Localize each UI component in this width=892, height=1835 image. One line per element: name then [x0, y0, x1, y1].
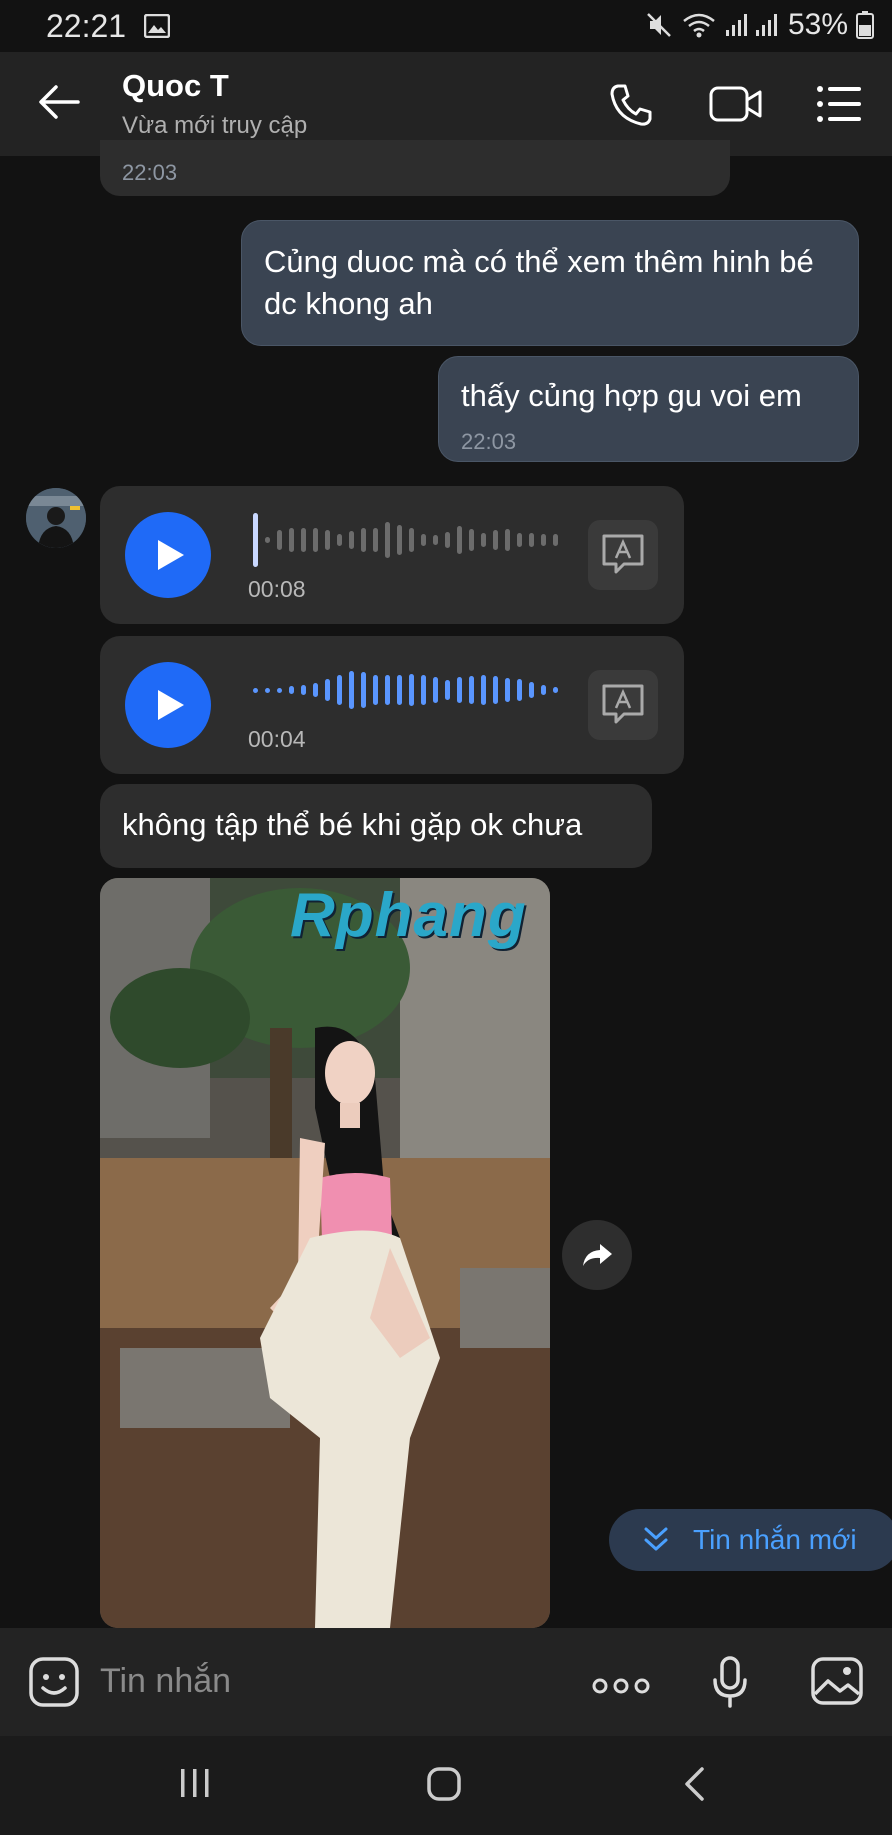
- avatar-image: [26, 488, 86, 548]
- more-options-icon[interactable]: [592, 1678, 650, 1694]
- system-navigation-bar: [0, 1736, 892, 1835]
- wifi-icon: [683, 13, 715, 38]
- message-bubble-previous[interactable]: 22:03: [100, 140, 730, 196]
- chevron-double-down-icon: [644, 1527, 668, 1551]
- transcribe-icon: [602, 534, 644, 574]
- contact-name[interactable]: Quoc T: [122, 68, 229, 104]
- mute-icon: [647, 13, 671, 37]
- home-icon[interactable]: [426, 1766, 462, 1802]
- message-bubble-out[interactable]: Củng duoc mà có thể xem thêm hinh bé dc …: [241, 220, 859, 346]
- play-button[interactable]: [125, 662, 211, 748]
- transcribe-button[interactable]: [588, 670, 658, 740]
- voice-message[interactable]: 00:04: [100, 636, 684, 774]
- audio-waveform[interactable]: [253, 660, 558, 720]
- back-arrow-icon[interactable]: [38, 82, 80, 122]
- phone-icon[interactable]: [608, 82, 654, 128]
- sticker-emoji-icon[interactable]: [28, 1656, 80, 1708]
- gallery-icon: [144, 14, 170, 38]
- photo-image: [100, 878, 550, 1628]
- message-input[interactable]: Tin nhắn: [100, 1662, 231, 1701]
- avatar[interactable]: [26, 488, 86, 548]
- image-gallery-icon[interactable]: [810, 1656, 864, 1706]
- new-messages-button[interactable]: Tin nhắn mới: [609, 1509, 892, 1571]
- play-icon: [158, 690, 184, 720]
- menu-list-icon[interactable]: [816, 84, 862, 124]
- voice-duration: 00:04: [248, 726, 306, 752]
- message-bubble-out[interactable]: thấy củng hợp gu voi em 22:03: [438, 356, 859, 462]
- new-messages-label: Tin nhắn mới: [693, 1524, 857, 1555]
- contact-status: Vừa mới truy cập: [122, 112, 308, 139]
- transcribe-button[interactable]: [588, 520, 658, 590]
- message-time: 22:03: [461, 429, 517, 454]
- play-icon: [158, 540, 184, 570]
- battery-percent: 53%: [787, 8, 848, 41]
- forward-icon: [583, 1244, 612, 1266]
- back-nav-icon[interactable]: [682, 1766, 706, 1802]
- photo-message[interactable]: Rphang: [100, 878, 550, 1628]
- message-text: Củng duoc mà có thể xem thêm hinh bé dc …: [264, 244, 814, 321]
- message-composer: Tin nhắn: [0, 1628, 892, 1736]
- message-bubble-in[interactable]: không tập thể bé khi gặp ok chưa: [100, 784, 652, 868]
- video-call-icon[interactable]: [708, 82, 764, 126]
- play-button[interactable]: [125, 512, 211, 598]
- voice-message[interactable]: 00:08: [100, 486, 684, 624]
- message-time: 22:03: [122, 160, 178, 185]
- message-text: không tập thể bé khi gặp ok chưa: [122, 807, 583, 842]
- photo-watermark: Rphang: [290, 881, 527, 950]
- microphone-icon[interactable]: [712, 1656, 748, 1708]
- message-text: thấy củng hợp gu voi em: [461, 378, 802, 413]
- voice-duration: 00:08: [248, 576, 306, 602]
- status-bar: 22:21 53%: [0, 0, 892, 52]
- audio-waveform[interactable]: [253, 510, 558, 570]
- battery-icon: [856, 11, 874, 39]
- recent-apps-icon[interactable]: [178, 1766, 212, 1800]
- signal-icon: [725, 14, 777, 36]
- transcribe-icon: [602, 684, 644, 724]
- forward-button[interactable]: [562, 1220, 632, 1290]
- status-time: 22:21: [46, 8, 127, 44]
